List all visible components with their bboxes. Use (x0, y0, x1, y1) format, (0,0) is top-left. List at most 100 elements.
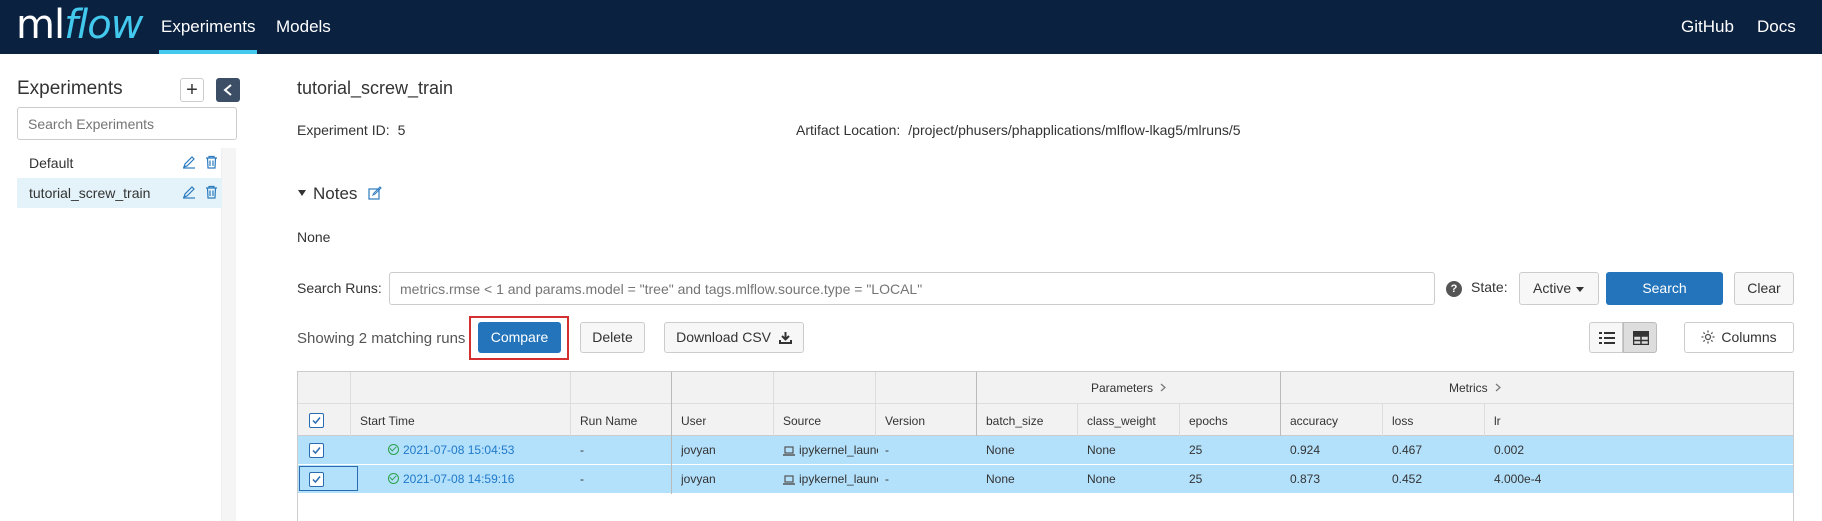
caret-down-icon (1576, 286, 1585, 292)
experiment-id: Experiment ID: 5 (297, 122, 405, 138)
run-start-time-link[interactable]: 2021-07-08 15:04:53 (403, 443, 514, 457)
table-view-button[interactable] (1623, 322, 1657, 353)
logo-flow-text: flow (64, 2, 143, 48)
search-runs-label: Search Runs: (297, 280, 382, 296)
experiment-view: tutorial_screw_train Experiment ID: 5 Art… (297, 54, 1797, 521)
notes-toggle[interactable]: Notes (297, 184, 382, 204)
chevron-left-icon (223, 84, 232, 96)
check-icon (312, 447, 321, 455)
download-csv-label: Download CSV (676, 329, 772, 345)
experiment-item-tutorial-screw-train[interactable]: tutorial_screw_train (17, 178, 222, 208)
column-header-run-name[interactable]: Run Name (580, 414, 637, 428)
column-divider (671, 372, 672, 494)
collapse-sidebar-button[interactable] (216, 78, 240, 102)
delete-button[interactable]: Delete (580, 322, 645, 353)
column-header-start-time[interactable]: Start Time (360, 414, 415, 428)
help-icon[interactable]: ? (1446, 281, 1462, 297)
notes-label: Notes (313, 184, 358, 203)
column-header-source[interactable]: Source (783, 414, 821, 428)
search-button[interactable]: Search (1606, 272, 1723, 305)
table-row[interactable]: 2021-07-08 15:04:53 - jovyan ipykernel_l… (298, 436, 1793, 465)
cell-lr: 0.002 (1494, 443, 1525, 457)
notes-content: None (297, 229, 331, 245)
mlflow-logo[interactable]: mlflow (16, 2, 143, 48)
column-header-user[interactable]: User (681, 414, 706, 428)
column-header-batch-size[interactable]: batch_size (986, 414, 1043, 428)
cell-class-weight: None (1087, 443, 1116, 457)
edit-notes-icon[interactable] (368, 186, 382, 200)
cell-epochs: 25 (1189, 443, 1203, 457)
artifact-location-label: Artifact Location: (796, 122, 901, 138)
runs-table: Parameters Metrics Start Time Run Name U… (297, 371, 1794, 521)
check-icon (312, 476, 321, 484)
success-status-icon (388, 473, 399, 484)
sidebar-scrollbar[interactable] (222, 148, 236, 521)
artifact-location: Artifact Location: /project/phusers/phapp… (796, 122, 1241, 138)
success-status-icon (388, 444, 399, 455)
parameters-group-header[interactable]: Parameters (1091, 381, 1167, 395)
column-divider (976, 372, 977, 436)
cell-source: ipykernel_launc (783, 472, 878, 486)
state-dropdown[interactable]: Active (1519, 272, 1599, 305)
laptop-icon (783, 446, 795, 456)
columns-label: Columns (1721, 329, 1777, 345)
state-dropdown-value: Active (1533, 280, 1572, 296)
nav-docs[interactable]: Docs (1757, 17, 1796, 37)
table-row[interactable]: 2021-07-08 14:59:16 - jovyan ipykernel_l… (298, 465, 1793, 494)
column-divider (1382, 404, 1383, 436)
cell-source: ipykernel_launc (783, 443, 878, 457)
table-header-row: Start Time Run Name User Source Version … (298, 404, 1793, 436)
nav-models[interactable]: Models (276, 17, 331, 37)
column-header-class-weight[interactable]: class_weight (1087, 414, 1156, 428)
logo-ml-text: ml (16, 2, 65, 48)
cell-version: - (885, 472, 889, 486)
experiment-item-label: tutorial_screw_train (29, 185, 151, 201)
compare-button[interactable]: Compare (478, 322, 561, 353)
parameters-group-label: Parameters (1091, 381, 1154, 395)
cell-batch-size: None (986, 443, 1015, 457)
experiment-title: tutorial_screw_train (297, 78, 454, 98)
experiment-item-default[interactable]: Default (17, 148, 222, 178)
row-checkbox[interactable] (309, 443, 324, 458)
column-header-accuracy[interactable]: accuracy (1290, 414, 1338, 428)
select-all-checkbox[interactable] (309, 413, 324, 428)
top-navbar: mlflow Experiments Models GitHub Docs (0, 0, 1822, 54)
cell-source-text: ipykernel_launc (799, 472, 878, 486)
cell-start-time[interactable]: 2021-07-08 14:59:16 (388, 472, 514, 486)
metrics-group-header[interactable]: Metrics (1449, 381, 1501, 395)
row-checkbox[interactable] (309, 472, 324, 487)
add-experiment-button[interactable]: + (180, 78, 204, 102)
table-group-header: Parameters Metrics (298, 372, 1793, 404)
cell-lr: 4.000e-4 (1494, 472, 1542, 486)
experiment-item-label: Default (29, 155, 74, 171)
column-header-version[interactable]: Version (885, 414, 925, 428)
list-view-button[interactable] (1589, 322, 1623, 353)
cell-start-time[interactable]: 2021-07-08 15:04:53 (388, 443, 514, 457)
experiment-list: Default tutorial_screw_train (17, 148, 222, 521)
cell-loss: 0.467 (1392, 443, 1423, 457)
cell-accuracy: 0.873 (1290, 472, 1321, 486)
download-csv-button[interactable]: Download CSV (664, 322, 804, 353)
column-header-loss[interactable]: loss (1392, 414, 1413, 428)
cell-run-name: - (580, 443, 584, 457)
columns-button[interactable]: Columns (1684, 322, 1794, 353)
edit-icon[interactable] (182, 185, 196, 199)
run-start-time-link[interactable]: 2021-07-08 14:59:16 (403, 472, 514, 486)
experiment-id-label: Experiment ID: (297, 122, 390, 138)
search-experiments-input[interactable] (17, 107, 237, 140)
cell-user: jovyan (681, 472, 716, 486)
edit-icon[interactable] (182, 155, 196, 169)
clear-button[interactable]: Clear (1734, 272, 1794, 305)
cell-accuracy: 0.924 (1290, 443, 1321, 457)
nav-experiments[interactable]: Experiments (158, 17, 258, 54)
check-icon (312, 417, 321, 425)
column-header-lr[interactable]: lr (1494, 414, 1501, 428)
cell-epochs: 25 (1189, 472, 1203, 486)
column-header-epochs[interactable]: epochs (1189, 414, 1228, 428)
search-runs-input[interactable] (389, 272, 1435, 305)
trash-icon[interactable] (205, 185, 218, 199)
nav-github[interactable]: GitHub (1681, 17, 1734, 37)
column-divider (350, 372, 351, 436)
cell-batch-size: None (986, 472, 1015, 486)
trash-icon[interactable] (205, 155, 218, 169)
